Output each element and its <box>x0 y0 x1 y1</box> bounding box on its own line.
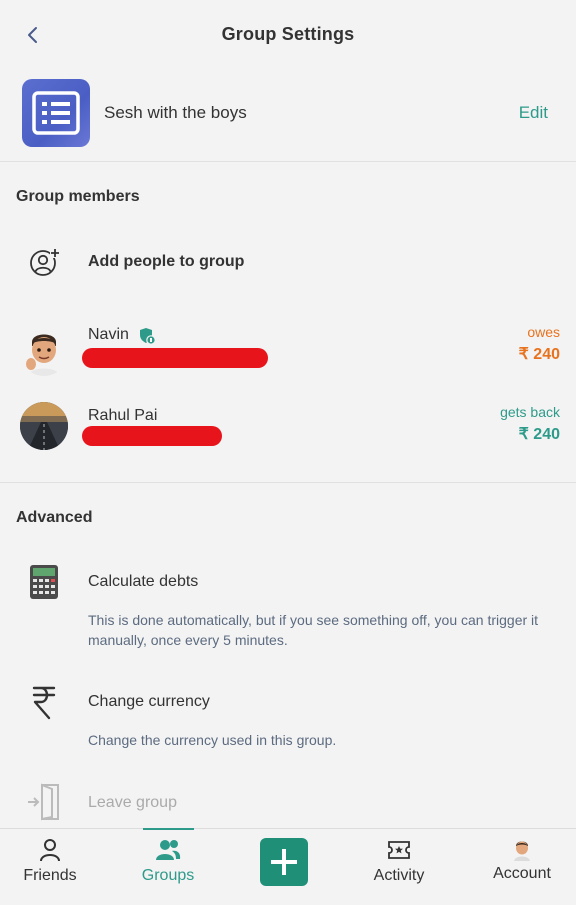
leave-group-label: Leave group <box>88 794 177 811</box>
nav-label: Account <box>493 865 551 882</box>
balance-label: owes <box>527 324 560 340</box>
rupee-icon <box>24 682 64 722</box>
change-currency-button[interactable]: Change currency Change the currency used… <box>0 680 576 760</box>
memoji-avatar-icon <box>20 328 68 376</box>
calculator-icon <box>24 562 64 602</box>
calculate-debts-button[interactable]: Calculate debts This is done automatical… <box>0 560 576 660</box>
add-user-icon <box>30 248 60 276</box>
bottom-navigation: Friends Groups Activity Account <box>0 828 576 905</box>
plus-icon <box>271 849 297 875</box>
road-photo-avatar-icon <box>20 402 68 450</box>
nav-account[interactable]: Account <box>472 829 572 905</box>
nav-groups[interactable]: Groups <box>118 829 218 905</box>
leave-group-button[interactable]: Leave group <box>0 780 576 828</box>
add-expense-button[interactable] <box>260 838 308 886</box>
exit-door-icon <box>24 782 64 822</box>
admin-shield-icon <box>140 328 156 345</box>
calculate-debts-label: Calculate debts <box>88 573 199 590</box>
nav-friends[interactable]: Friends <box>0 829 100 905</box>
nav-label: Activity <box>373 867 425 884</box>
member-name: Rahul Pai <box>88 407 158 424</box>
group-name: Sesh with the boys <box>104 103 247 122</box>
nav-activity[interactable]: Activity <box>349 829 449 905</box>
list-icon <box>32 91 80 135</box>
advanced-heading: Advanced <box>16 509 93 526</box>
divider <box>0 482 576 483</box>
group-info-row: Sesh with the boys Edit <box>0 70 576 162</box>
member-name: Navin <box>88 326 129 343</box>
balance-amount: ₹ 240 <box>518 426 560 443</box>
edit-group-button[interactable]: Edit <box>519 103 548 123</box>
add-people-label: Add people to group <box>88 253 245 270</box>
group-members-heading: Group members <box>16 188 140 205</box>
member-row-navin[interactable]: Navin owes ₹ 240 <box>0 318 576 388</box>
redacted-email <box>82 348 268 368</box>
header: Group Settings <box>0 0 576 70</box>
group-avatar[interactable] <box>22 79 90 147</box>
avatar <box>20 328 68 376</box>
add-people-button[interactable]: Add people to group <box>0 232 576 292</box>
account-avatar-icon <box>509 837 535 863</box>
calculate-debts-description: This is done automatically, but if you s… <box>88 612 539 648</box>
redacted-email <box>82 426 222 446</box>
change-currency-description: Change the currency used in this group. <box>88 732 337 748</box>
groups-icon <box>155 837 181 863</box>
nav-label: Groups <box>141 867 195 884</box>
ticket-icon <box>386 837 412 863</box>
balance-label: gets back <box>500 404 560 420</box>
change-currency-label: Change currency <box>88 693 210 710</box>
page-title: Group Settings <box>221 24 355 44</box>
balance-amount: ₹ 240 <box>518 346 560 363</box>
person-icon <box>37 837 63 863</box>
member-row-rahul-pai[interactable]: Rahul Pai gets back ₹ 240 <box>0 398 576 468</box>
avatar <box>20 402 68 450</box>
nav-label: Friends <box>23 867 77 884</box>
